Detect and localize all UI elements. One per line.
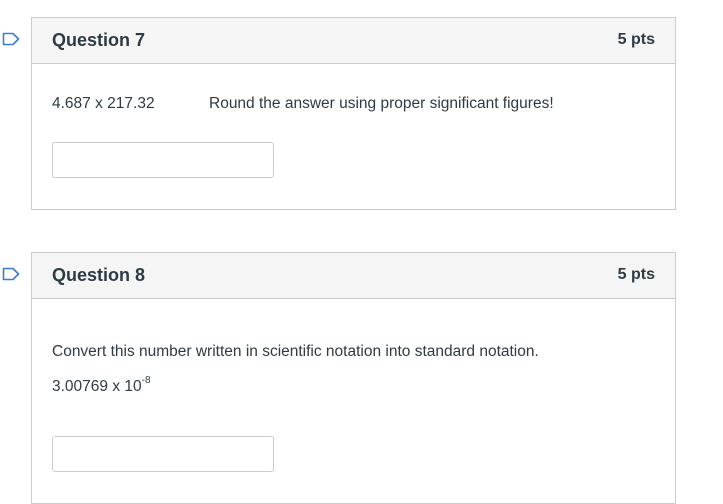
question-8-card: Question 8 5 pts Convert this number wri… bbox=[31, 252, 676, 504]
answer-input[interactable] bbox=[52, 142, 274, 178]
number-base: 3.00769 x 10 bbox=[52, 378, 142, 396]
question-header: Question 8 5 pts bbox=[32, 253, 675, 299]
question-expression: 4.687 x 217.32 bbox=[52, 95, 155, 112]
question-7-card: Question 7 5 pts 4.687 x 217.32 Round th… bbox=[31, 17, 676, 210]
scientific-number: 3.00769 x 10-8 bbox=[52, 375, 151, 396]
flag-question-icon[interactable] bbox=[2, 32, 20, 46]
number-exponent: -8 bbox=[141, 375, 151, 386]
question-points: 5 pts bbox=[617, 31, 655, 48]
question-points: 5 pts bbox=[617, 266, 655, 283]
question-header: Question 7 5 pts bbox=[32, 18, 675, 64]
question-prompt: Convert this number written in scientifi… bbox=[52, 343, 539, 360]
answer-input[interactable] bbox=[52, 436, 274, 472]
flag-question-icon[interactable] bbox=[2, 267, 20, 281]
question-title: Question 8 bbox=[52, 265, 146, 285]
question-instruction: Round the answer using proper significan… bbox=[209, 95, 554, 112]
question-title: Question 7 bbox=[52, 30, 146, 50]
